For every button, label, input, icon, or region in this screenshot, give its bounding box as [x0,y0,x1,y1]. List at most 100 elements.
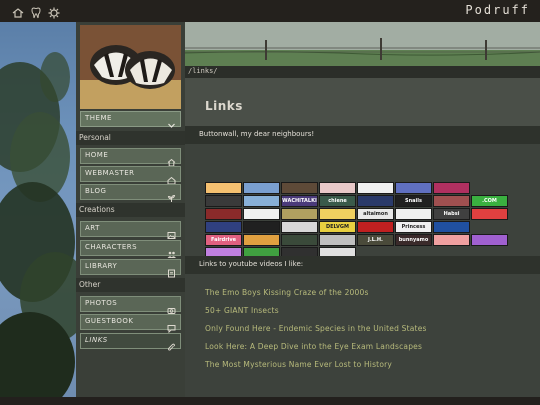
button-88x31[interactable] [243,208,280,220]
sidebar-item-photos[interactable]: PHOTOS [80,296,181,314]
youtube-link[interactable]: Look Here: A Deep Dive into the Eye Exam… [205,342,422,351]
book-icon [167,263,176,278]
buttonwall-heading: Buttonwall, my dear neighbours! [185,126,540,144]
button-88x31[interactable] [471,208,508,220]
button-88x31-label: Fairdrive [210,237,237,243]
button-88x31-label: Snails [405,198,422,204]
sidebar-item-label: GUESTBOOK [85,317,134,325]
button-88x31[interactable]: Snails [395,195,432,207]
button-88x31-label: altaimon [363,211,388,217]
button-88x31[interactable] [243,182,280,194]
button-88x31-label: chiene [328,198,347,204]
button-88x31-label: J.L.H. [368,237,383,243]
button-88x31[interactable] [243,234,280,246]
button-88x31[interactable] [433,195,470,207]
button-88x31[interactable] [395,182,432,194]
button-88x31[interactable] [281,221,318,233]
button-88x31[interactable] [471,234,508,246]
button-88x31[interactable] [433,182,470,194]
button-88x31-label: Habsi [443,211,460,217]
button-88x31[interactable] [281,182,318,194]
section-personal: Personal [76,131,185,145]
youtube-links-list: The Emo Boys Kissing Craze of the 2000s … [185,274,540,397]
button-88x31-label: WACHITALKI [282,198,317,204]
button-88x31[interactable] [205,195,242,207]
gear-icon[interactable] [48,4,60,19]
button-88x31[interactable] [205,182,242,194]
house-icon[interactable] [12,4,24,18]
button-88x31[interactable] [281,234,318,246]
section-label: Personal [79,133,111,142]
buttonwall-heading-text: Buttonwall, my dear neighbours! [199,130,315,138]
sidebar-item-label: LINKS [85,336,108,344]
plant-icon [167,188,176,202]
youtube-link[interactable]: The Most Mysterious Name Ever Lost to Hi… [205,360,392,369]
sidebar-item-blog[interactable]: BLOG [80,184,181,202]
button-88x31-label: Princess [401,224,426,230]
button-88x31[interactable] [395,208,432,220]
sidebar-item-webmaster[interactable]: WEBMASTER [80,166,181,185]
sidebar-item-guestbook[interactable]: GUESTBOOK [80,314,181,334]
sidebar-item-label: PHOTOS [85,299,118,307]
theme-label: THEME [85,114,112,122]
youtube-link[interactable]: Only Found Here - Endemic Species in the… [205,324,427,333]
button-88x31[interactable]: WACHITALKI [281,195,318,207]
button-88x31-label: .COM [482,198,497,204]
button-88x31[interactable] [205,221,242,233]
button-88x31[interactable]: .COM [471,195,508,207]
button-88x31[interactable] [243,221,280,233]
chevron-down-icon [167,115,176,128]
youtube-heading: Links to youtube videos I like: [185,256,540,274]
button-88x31[interactable] [433,234,470,246]
breadcrumb-path: /links/ [188,67,218,75]
button-wall: WACHITALKI chiene Snails .COM altaimon Habsi D… [185,144,540,259]
button-88x31[interactable] [319,182,356,194]
button-88x31[interactable] [319,234,356,246]
button-88x31[interactable] [205,208,242,220]
theme-dropdown[interactable]: THEME [80,111,181,128]
button-88x31[interactable] [243,195,280,207]
button-88x31[interactable] [357,195,394,207]
section-label: Other [79,280,101,289]
button-88x31[interactable]: Princess [395,221,432,233]
button-88x31[interactable] [357,182,394,194]
button-88x31[interactable] [433,221,470,233]
youtube-link[interactable]: 50+ GIANT Insects [205,306,279,315]
site-brand[interactable]: Podruff [465,3,530,17]
button-88x31[interactable]: J.L.H. [357,234,394,246]
button-88x31[interactable]: Habsi [433,208,470,220]
sidebar-item-library[interactable]: LIBRARY [80,259,181,278]
sidebar-item-links[interactable]: LINKS [80,333,181,351]
button-88x31[interactable]: DELVGM [319,221,356,233]
page-title: Links [205,99,243,113]
main-content: /links/ Links Buttonwall, my dear neighb… [185,22,540,397]
sidebar-item-label: CHARACTERS [85,243,138,251]
youtube-heading-text: Links to youtube videos I like: [199,260,304,268]
button-88x31[interactable] [357,221,394,233]
sidebar-item-characters[interactable]: CHARACTERS [80,240,181,258]
button-88x31[interactable] [319,208,356,220]
button-88x31-label: DELVGM [325,224,349,230]
button-88x31[interactable]: bunnyamo [395,234,432,246]
image-icon [167,225,176,239]
tooth-icon[interactable] [30,4,42,19]
sidebar-item-label: BLOG [85,187,107,195]
people-icon [167,244,176,258]
header-banner [185,22,540,66]
youtube-link[interactable]: The Emo Boys Kissing Craze of the 2000s [205,288,369,297]
section-label: Creations [79,205,115,214]
sidebar-item-home[interactable]: HOME [80,148,181,167]
home-icon [167,170,176,185]
button-88x31[interactable]: chiene [319,195,356,207]
sidebar-item-label: ART [85,224,100,232]
button-88x31[interactable]: altaimon [357,208,394,220]
sidebar-item-art[interactable]: ART [80,221,181,239]
sidebar: THEME Personal HOME WEBMASTER BLOG Creat… [76,22,185,397]
house-icon [167,152,176,167]
button-88x31-label: bunnyamo [398,237,429,243]
sidebar-item-label: WEBMASTER [85,169,135,177]
section-other: Other [76,278,185,292]
button-88x31[interactable] [281,208,318,220]
button-88x31[interactable]: Fairdrive [205,234,242,246]
sidebar-item-label: LIBRARY [85,262,118,270]
